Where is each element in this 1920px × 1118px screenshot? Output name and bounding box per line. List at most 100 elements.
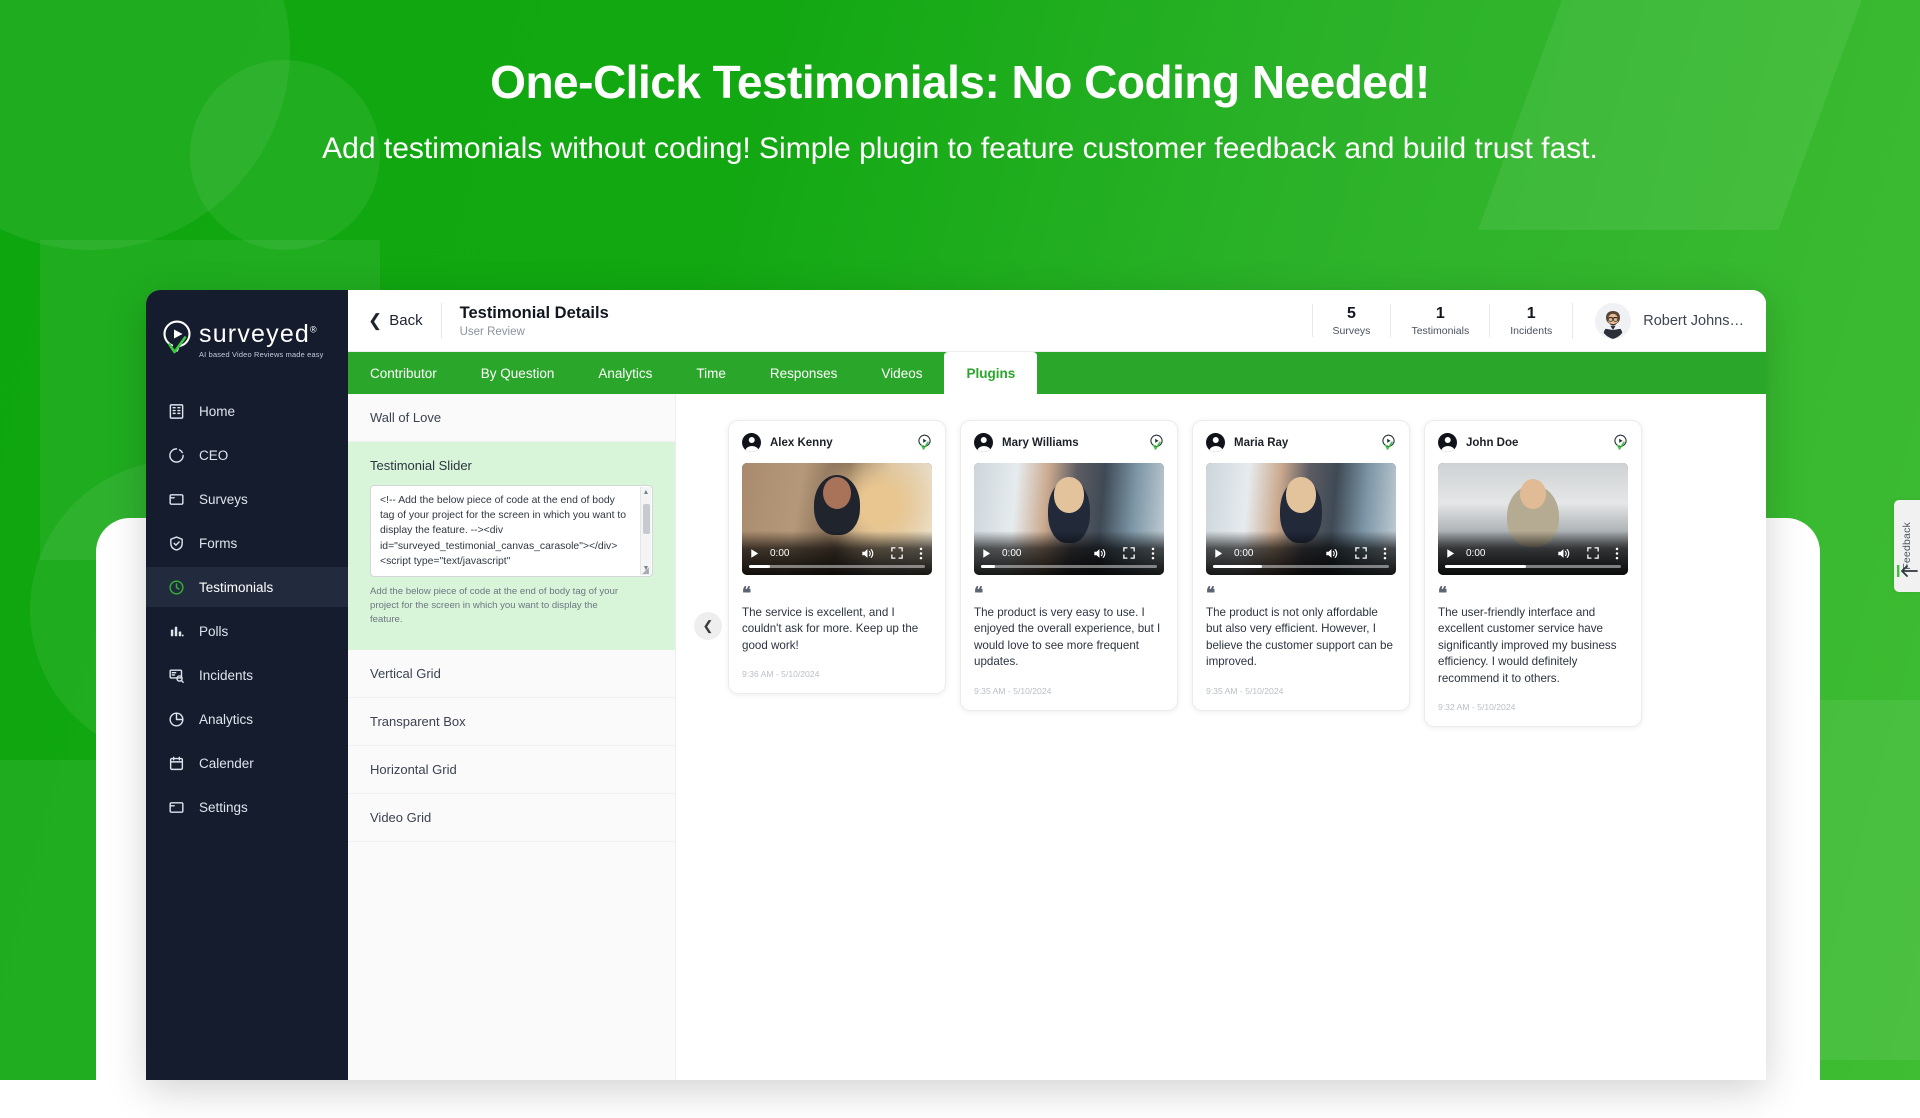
plugin-item-horizontal-grid[interactable]: Horizontal Grid (348, 746, 675, 794)
plugin-item-testimonial-slider[interactable]: Testimonial Slider <!-- Add the below pi… (348, 442, 675, 650)
sidebar-item-analytics[interactable]: Analytics (146, 699, 348, 739)
tab-contributor[interactable]: Contributor (348, 352, 459, 394)
search-card-icon (168, 667, 185, 684)
video-progress-bar[interactable] (1213, 565, 1389, 568)
main-area: ❮ Back Testimonial Details User Review 5… (348, 290, 1766, 1080)
scroll-thumb[interactable] (643, 504, 650, 534)
contributor-avatar-icon (1206, 433, 1225, 452)
contributor-avatar-icon (974, 433, 993, 452)
video-time: 0:00 (1002, 548, 1021, 559)
stat-value: 1 (1510, 304, 1552, 323)
fullscreen-icon[interactable] (1123, 547, 1135, 559)
sidebar-item-testimonials[interactable]: Testimonials (146, 567, 348, 607)
testimonial-video-player[interactable]: 0:00 (974, 463, 1164, 575)
sidebar-item-label: Analytics (199, 712, 253, 727)
resize-handle-icon[interactable]: ◢ (640, 565, 651, 576)
plugin-item-video-grid[interactable]: Video Grid (348, 794, 675, 842)
video-progress-bar[interactable] (981, 565, 1157, 568)
plugin-label: Vertical Grid (370, 666, 653, 681)
shield-check-icon (168, 535, 185, 552)
video-progress-bar[interactable] (749, 565, 925, 568)
more-options-icon[interactable] (1615, 547, 1619, 560)
app-logo[interactable]: surveyed® AI based Video Reviews made ea… (146, 312, 348, 359)
plugin-item-wall-of-love[interactable]: Wall of Love (348, 394, 675, 442)
embed-code-hint: Add the below piece of code at the end o… (370, 577, 653, 629)
plugin-label: Horizontal Grid (370, 762, 653, 777)
contributor-name: Maria Ray (1234, 437, 1372, 449)
sidebar-item-incidents[interactable]: Incidents (146, 655, 348, 695)
testimonial-card: Mary Williams 0:00 (960, 420, 1178, 711)
volume-icon[interactable] (1557, 547, 1571, 560)
video-controls: 0:00 (1206, 531, 1396, 575)
play-icon[interactable] (981, 548, 992, 559)
logo-wordmark: surveyed® AI based Video Reviews made ea… (199, 320, 324, 359)
chevron-left-icon: ❮ (368, 312, 382, 329)
sidebar-item-forms[interactable]: Forms (146, 523, 348, 563)
testimonial-timestamp: 9:36 AM - 5/10/2024 (742, 669, 932, 679)
sidebar: surveyed® AI based Video Reviews made ea… (146, 290, 348, 1080)
sidebar-item-ceo[interactable]: CEO (146, 435, 348, 475)
more-options-icon[interactable] (919, 547, 923, 560)
stat-label: Surveys (1333, 325, 1371, 337)
sidebar-item-surveys[interactable]: Surveys (146, 479, 348, 519)
testimonial-card: John Doe 0:00 (1424, 420, 1642, 727)
play-icon[interactable] (1445, 548, 1456, 559)
feedback-tab[interactable]: Feedback (1894, 500, 1920, 592)
plugin-item-vertical-grid[interactable]: Vertical Grid (348, 650, 675, 698)
testimonial-cards: Alex Kenny 0:00 (676, 394, 1766, 727)
fullscreen-icon[interactable] (1355, 547, 1367, 559)
testimonial-video-player[interactable]: 0:00 (1438, 463, 1628, 575)
stat-label: Testimonials (1411, 325, 1469, 337)
play-icon[interactable] (1213, 548, 1224, 559)
tab-time[interactable]: Time (674, 352, 748, 394)
sidebar-item-home[interactable]: Home (146, 391, 348, 431)
tab-by-question[interactable]: By Question (459, 352, 577, 394)
more-options-icon[interactable] (1383, 547, 1387, 560)
tab-plugins[interactable]: Plugins (944, 352, 1037, 394)
app-window: surveyed® AI based Video Reviews made ea… (146, 290, 1766, 1080)
tab-videos[interactable]: Videos (859, 352, 944, 394)
fullscreen-icon[interactable] (891, 547, 903, 559)
testimonial-video-player[interactable]: 0:00 (742, 463, 932, 575)
back-button[interactable]: ❮ Back (368, 312, 441, 329)
volume-icon[interactable] (1093, 547, 1107, 560)
carousel-prev-button[interactable]: ❮ (694, 612, 722, 640)
pie-chart-icon (168, 711, 185, 728)
tab-label: Analytics (598, 366, 652, 381)
quote-mark-icon: ❝ (1438, 588, 1628, 600)
sidebar-item-calender[interactable]: Calender (146, 743, 348, 783)
fullscreen-icon[interactable] (1587, 547, 1599, 559)
plugin-label: Testimonial Slider (370, 458, 653, 473)
page-title-block: Testimonial Details User Review (441, 303, 609, 338)
tab-label: Contributor (370, 366, 437, 381)
testimonial-carousel: ❮ Alex Kenny 0:00 (676, 394, 1766, 1080)
plugin-item-transparent-box[interactable]: Transparent Box (348, 698, 675, 746)
play-icon[interactable] (749, 548, 760, 559)
sidebar-item-polls[interactable]: Polls (146, 611, 348, 651)
video-subject-head (1286, 477, 1316, 513)
sidebar-item-settings[interactable]: Settings (146, 787, 348, 827)
volume-icon[interactable] (861, 547, 875, 560)
stat-testimonials: 1Testimonials (1390, 304, 1489, 337)
embed-code-text: <!-- Add the below piece of code at the … (380, 495, 626, 567)
tab-analytics[interactable]: Analytics (576, 352, 674, 394)
scroll-up-arrow[interactable]: ▲ (643, 488, 650, 498)
building-icon (168, 403, 185, 420)
tab-responses[interactable]: Responses (748, 352, 860, 394)
embed-code-wrap: <!-- Add the below piece of code at the … (370, 473, 653, 633)
testimonial-video-player[interactable]: 0:00 (1206, 463, 1396, 575)
more-options-icon[interactable] (1151, 547, 1155, 560)
user-menu[interactable]: Robert Johns… (1572, 303, 1766, 339)
user-name: Robert Johns… (1643, 313, 1744, 329)
user-avatar-illustration (1595, 303, 1631, 339)
volume-icon[interactable] (1325, 547, 1339, 560)
video-controls: 0:00 (1438, 531, 1628, 575)
quote-mark-icon: ❝ (742, 588, 932, 600)
video-progress-bar[interactable] (1445, 565, 1621, 568)
embed-code-textarea[interactable]: <!-- Add the below piece of code at the … (370, 485, 653, 577)
video-time: 0:00 (1234, 548, 1253, 559)
quote-mark-icon: ❝ (1206, 588, 1396, 600)
code-scrollbar[interactable]: ▲ ▼ (640, 487, 651, 575)
feedback-label: Feedback (1901, 522, 1913, 570)
verified-pin-icon (1613, 434, 1628, 451)
